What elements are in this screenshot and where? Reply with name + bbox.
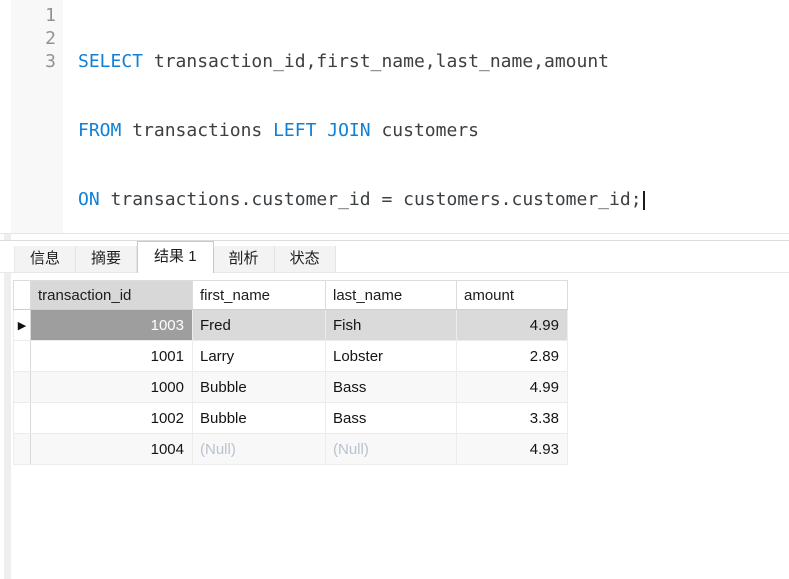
tab-summary[interactable]: 摘要 [76,246,137,272]
sql-text: transactions.customer_id = customers.cus… [100,189,642,210]
grid-cell[interactable]: 1003 [31,310,193,341]
grid-cell[interactable]: 2.89 [457,341,568,372]
result-tab-bar: 信息 摘要 结果 1 剖析 状态 [0,240,789,273]
line-number: 2 [11,27,56,50]
grid-cell[interactable]: Fish [326,310,457,341]
table-row-selected: ▶ 1003 Fred Fish 4.99 [14,310,568,341]
grid-cell[interactable]: Fred [193,310,326,341]
sql-text: transactions [121,120,273,141]
grid-cell[interactable]: Bass [326,372,457,403]
column-header-last-name[interactable]: last_name [326,281,457,310]
sql-keyword: ON [78,189,100,210]
grid-cell[interactable]: Bubble [193,372,326,403]
grid-cell[interactable]: 3.38 [457,403,568,434]
table-row: 1002 Bubble Bass 3.38 [14,403,568,434]
sql-text: customers [371,120,479,141]
code-line: SELECT transaction_id,first_name,last_na… [78,50,789,73]
sql-editor[interactable]: 1 2 3 SELECT transaction_id,first_name,l… [0,0,789,234]
sql-text: transaction_id,first_name,last_name,amou… [143,51,609,72]
table-row: 1000 Bubble Bass 4.99 [14,372,568,403]
row-marker[interactable] [14,403,31,434]
sql-keyword: SELECT [78,51,143,72]
grid-cell-null[interactable]: (Null) [326,434,457,465]
column-header-first-name[interactable]: first_name [193,281,326,310]
grid-header-row: transaction_id first_name last_name amou… [14,281,568,310]
grid-cell[interactable]: 1004 [31,434,193,465]
line-number: 1 [11,4,56,27]
column-header-amount[interactable]: amount [457,281,568,310]
line-number-gutter: 1 2 3 [11,0,63,233]
row-marker[interactable] [14,372,31,403]
grid-corner-cell[interactable] [14,281,31,310]
grid-cell[interactable]: Larry [193,341,326,372]
grid-cell[interactable]: Bubble [193,403,326,434]
row-marker[interactable] [14,341,31,372]
text-cursor [643,191,645,210]
sql-keyword: FROM [78,120,121,141]
grid-cell[interactable]: 1002 [31,403,193,434]
grid-cell[interactable]: Lobster [326,341,457,372]
tab-profile[interactable]: 剖析 [214,246,275,272]
grid-cell[interactable]: 1001 [31,341,193,372]
line-number: 3 [11,50,56,73]
code-line: FROM transactions LEFT JOIN customers [78,119,789,142]
sql-code-area[interactable]: SELECT transaction_id,first_name,last_na… [63,0,789,237]
grid-cell[interactable]: Bass [326,403,457,434]
code-line: ON transactions.customer_id = customers.… [78,188,789,211]
tab-status[interactable]: 状态 [275,246,336,272]
table-row: 1001 Larry Lobster 2.89 [14,341,568,372]
grid-cell[interactable]: 1000 [31,372,193,403]
grid-cell[interactable]: 4.99 [457,310,568,341]
result-grid: transaction_id first_name last_name amou… [13,280,568,465]
sql-keyword: LEFT JOIN [273,120,371,141]
row-marker[interactable]: ▶ [14,310,31,341]
grid-cell-null[interactable]: (Null) [193,434,326,465]
app-window: 1 2 3 SELECT transaction_id,first_name,l… [0,0,789,579]
column-header-transaction-id[interactable]: transaction_id [31,281,193,310]
tab-result-1[interactable]: 结果 1 [137,241,214,273]
table-row: 1004 (Null) (Null) 4.93 [14,434,568,465]
tab-info[interactable]: 信息 [14,246,76,272]
row-marker[interactable] [14,434,31,465]
grid-cell[interactable]: 4.99 [457,372,568,403]
grid-cell[interactable]: 4.93 [457,434,568,465]
